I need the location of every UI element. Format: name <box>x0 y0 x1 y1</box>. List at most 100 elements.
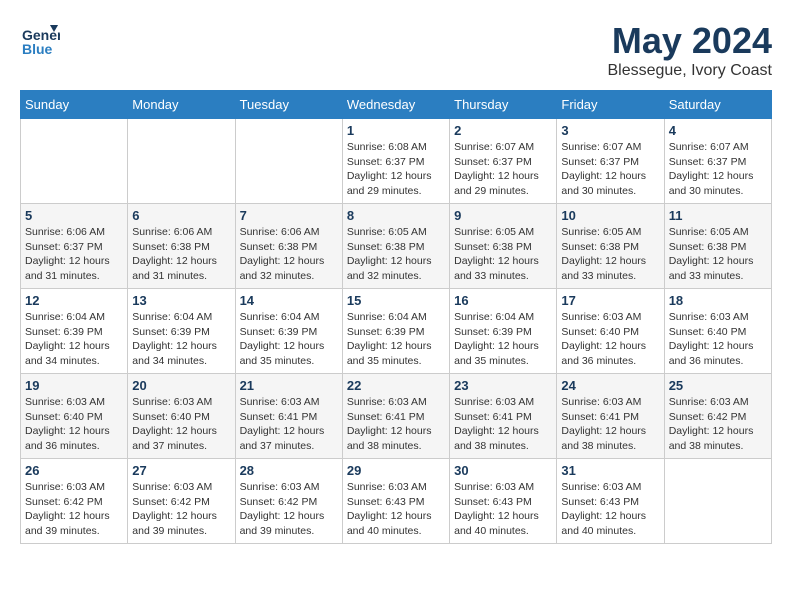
day-number: 11 <box>669 208 767 223</box>
day-number: 21 <box>240 378 338 393</box>
calendar-day-cell <box>128 119 235 204</box>
calendar-day-cell: 27 Sunrise: 6:03 AM Sunset: 6:42 PM Dayli… <box>128 459 235 544</box>
day-number: 24 <box>561 378 659 393</box>
calendar-day-cell: 23Sunrise: 6:03 AM Sunset: 6:41 PM Dayli… <box>450 374 557 459</box>
day-number: 6 <box>132 208 230 223</box>
svg-text:Blue: Blue <box>22 41 53 57</box>
calendar-day-cell: 24 Sunrise: 6:03 AM Sunset: 6:41 PM Dayli… <box>557 374 664 459</box>
day-number: 17 <box>561 293 659 308</box>
day-number: 13 <box>132 293 230 308</box>
calendar-day-cell: 22Sunrise: 6:03 AM Sunset: 6:41 PM Dayli… <box>342 374 449 459</box>
weekday-header-cell: Tuesday <box>235 91 342 119</box>
day-number: 23 <box>454 378 552 393</box>
calendar-day-cell: 21 Sunrise: 6:03 AM Sunset: 6:41 PM Dayli… <box>235 374 342 459</box>
calendar-day-cell: 3Sunrise: 6:07 AM Sunset: 6:37 PM Daylig… <box>557 119 664 204</box>
day-info: Sunrise: 6:04 AM Sunset: 6:39 PM Dayligh… <box>132 310 230 369</box>
calendar-day-cell: 12 Sunrise: 6:04 AM Sunset: 6:39 PM Dayli… <box>21 289 128 374</box>
weekday-header-cell: Wednesday <box>342 91 449 119</box>
day-info: Sunrise: 6:03 AM Sunset: 6:42 PM Dayligh… <box>25 480 123 539</box>
calendar-day-cell <box>21 119 128 204</box>
day-info: Sunrise: 6:03 AM Sunset: 6:42 PM Dayligh… <box>240 480 338 539</box>
calendar-week-row: 19 Sunrise: 6:03 AM Sunset: 6:40 PM Dayli… <box>21 374 772 459</box>
day-info: Sunrise: 6:03 AM Sunset: 6:41 PM Dayligh… <box>561 395 659 454</box>
calendar-day-cell: 4 Sunrise: 6:07 AM Sunset: 6:37 PM Daylig… <box>664 119 771 204</box>
day-number: 19 <box>25 378 123 393</box>
calendar-day-cell: 31Sunrise: 6:03 AM Sunset: 6:43 PM Dayli… <box>557 459 664 544</box>
day-info: Sunrise: 6:03 AM Sunset: 6:40 PM Dayligh… <box>561 310 659 369</box>
day-number: 12 <box>25 293 123 308</box>
day-number: 4 <box>669 123 767 138</box>
calendar-week-row: 26 Sunrise: 6:03 AM Sunset: 6:42 PM Dayli… <box>21 459 772 544</box>
calendar-day-cell: 5Sunrise: 6:06 AM Sunset: 6:37 PM Daylig… <box>21 204 128 289</box>
calendar-day-cell <box>235 119 342 204</box>
calendar-day-cell: 16Sunrise: 6:04 AM Sunset: 6:39 PM Dayli… <box>450 289 557 374</box>
day-info: Sunrise: 6:04 AM Sunset: 6:39 PM Dayligh… <box>25 310 123 369</box>
day-info: Sunrise: 6:03 AM Sunset: 6:40 PM Dayligh… <box>669 310 767 369</box>
calendar-table: SundayMondayTuesdayWednesdayThursdayFrid… <box>20 90 772 544</box>
day-info: Sunrise: 6:08 AM Sunset: 6:37 PM Dayligh… <box>347 140 445 199</box>
day-info: Sunrise: 6:03 AM Sunset: 6:41 PM Dayligh… <box>240 395 338 454</box>
title-block: May 2024 Blessegue, Ivory Coast <box>607 20 772 80</box>
day-number: 10 <box>561 208 659 223</box>
weekday-header-row: SundayMondayTuesdayWednesdayThursdayFrid… <box>21 91 772 119</box>
day-number: 30 <box>454 463 552 478</box>
weekday-header-cell: Saturday <box>664 91 771 119</box>
day-info: Sunrise: 6:04 AM Sunset: 6:39 PM Dayligh… <box>347 310 445 369</box>
day-info: Sunrise: 6:06 AM Sunset: 6:38 PM Dayligh… <box>132 225 230 284</box>
calendar-day-cell: 17 Sunrise: 6:03 AM Sunset: 6:40 PM Dayli… <box>557 289 664 374</box>
weekday-header-cell: Friday <box>557 91 664 119</box>
calendar-day-cell: 15Sunrise: 6:04 AM Sunset: 6:39 PM Dayli… <box>342 289 449 374</box>
weekday-header-cell: Monday <box>128 91 235 119</box>
logo: General Blue <box>20 20 60 65</box>
location: Blessegue, Ivory Coast <box>607 62 772 80</box>
calendar-day-cell: 19 Sunrise: 6:03 AM Sunset: 6:40 PM Dayli… <box>21 374 128 459</box>
day-number: 27 <box>132 463 230 478</box>
day-number: 22 <box>347 378 445 393</box>
day-info: Sunrise: 6:06 AM Sunset: 6:38 PM Dayligh… <box>240 225 338 284</box>
day-info: Sunrise: 6:03 AM Sunset: 6:42 PM Dayligh… <box>132 480 230 539</box>
calendar-day-cell <box>664 459 771 544</box>
day-number: 14 <box>240 293 338 308</box>
calendar-week-row: 1 Sunrise: 6:08 AM Sunset: 6:37 PM Daylig… <box>21 119 772 204</box>
calendar-day-cell: 25 Sunrise: 6:03 AM Sunset: 6:42 PM Dayli… <box>664 374 771 459</box>
calendar-day-cell: 1 Sunrise: 6:08 AM Sunset: 6:37 PM Daylig… <box>342 119 449 204</box>
day-number: 16 <box>454 293 552 308</box>
day-info: Sunrise: 6:05 AM Sunset: 6:38 PM Dayligh… <box>454 225 552 284</box>
calendar-week-row: 5Sunrise: 6:06 AM Sunset: 6:37 PM Daylig… <box>21 204 772 289</box>
weekday-header-cell: Sunday <box>21 91 128 119</box>
day-number: 20 <box>132 378 230 393</box>
day-info: Sunrise: 6:03 AM Sunset: 6:43 PM Dayligh… <box>347 480 445 539</box>
page-header: General Blue May 2024 Blessegue, Ivory C… <box>20 20 772 80</box>
day-number: 2 <box>454 123 552 138</box>
calendar-day-cell: 30 Sunrise: 6:03 AM Sunset: 6:43 PM Dayli… <box>450 459 557 544</box>
day-number: 31 <box>561 463 659 478</box>
day-info: Sunrise: 6:03 AM Sunset: 6:42 PM Dayligh… <box>669 395 767 454</box>
calendar-day-cell: 29Sunrise: 6:03 AM Sunset: 6:43 PM Dayli… <box>342 459 449 544</box>
day-info: Sunrise: 6:05 AM Sunset: 6:38 PM Dayligh… <box>347 225 445 284</box>
day-number: 3 <box>561 123 659 138</box>
day-info: Sunrise: 6:03 AM Sunset: 6:43 PM Dayligh… <box>454 480 552 539</box>
day-number: 1 <box>347 123 445 138</box>
calendar-day-cell: 14 Sunrise: 6:04 AM Sunset: 6:39 PM Dayli… <box>235 289 342 374</box>
day-info: Sunrise: 6:07 AM Sunset: 6:37 PM Dayligh… <box>454 140 552 199</box>
logo-icon: General Blue <box>20 20 60 60</box>
weekday-header-cell: Thursday <box>450 91 557 119</box>
day-info: Sunrise: 6:03 AM Sunset: 6:40 PM Dayligh… <box>25 395 123 454</box>
day-number: 18 <box>669 293 767 308</box>
day-number: 25 <box>669 378 767 393</box>
day-info: Sunrise: 6:04 AM Sunset: 6:39 PM Dayligh… <box>240 310 338 369</box>
calendar-day-cell: 6 Sunrise: 6:06 AM Sunset: 6:38 PM Daylig… <box>128 204 235 289</box>
day-info: Sunrise: 6:05 AM Sunset: 6:38 PM Dayligh… <box>561 225 659 284</box>
calendar-day-cell: 11 Sunrise: 6:05 AM Sunset: 6:38 PM Dayli… <box>664 204 771 289</box>
calendar-day-cell: 10 Sunrise: 6:05 AM Sunset: 6:38 PM Dayli… <box>557 204 664 289</box>
calendar-day-cell: 18 Sunrise: 6:03 AM Sunset: 6:40 PM Dayli… <box>664 289 771 374</box>
calendar-day-cell: 7 Sunrise: 6:06 AM Sunset: 6:38 PM Daylig… <box>235 204 342 289</box>
day-number: 9 <box>454 208 552 223</box>
day-number: 7 <box>240 208 338 223</box>
calendar-day-cell: 9 Sunrise: 6:05 AM Sunset: 6:38 PM Daylig… <box>450 204 557 289</box>
calendar-week-row: 12 Sunrise: 6:04 AM Sunset: 6:39 PM Dayli… <box>21 289 772 374</box>
calendar-day-cell: 28Sunrise: 6:03 AM Sunset: 6:42 PM Dayli… <box>235 459 342 544</box>
day-info: Sunrise: 6:05 AM Sunset: 6:38 PM Dayligh… <box>669 225 767 284</box>
day-info: Sunrise: 6:07 AM Sunset: 6:37 PM Dayligh… <box>669 140 767 199</box>
day-number: 26 <box>25 463 123 478</box>
